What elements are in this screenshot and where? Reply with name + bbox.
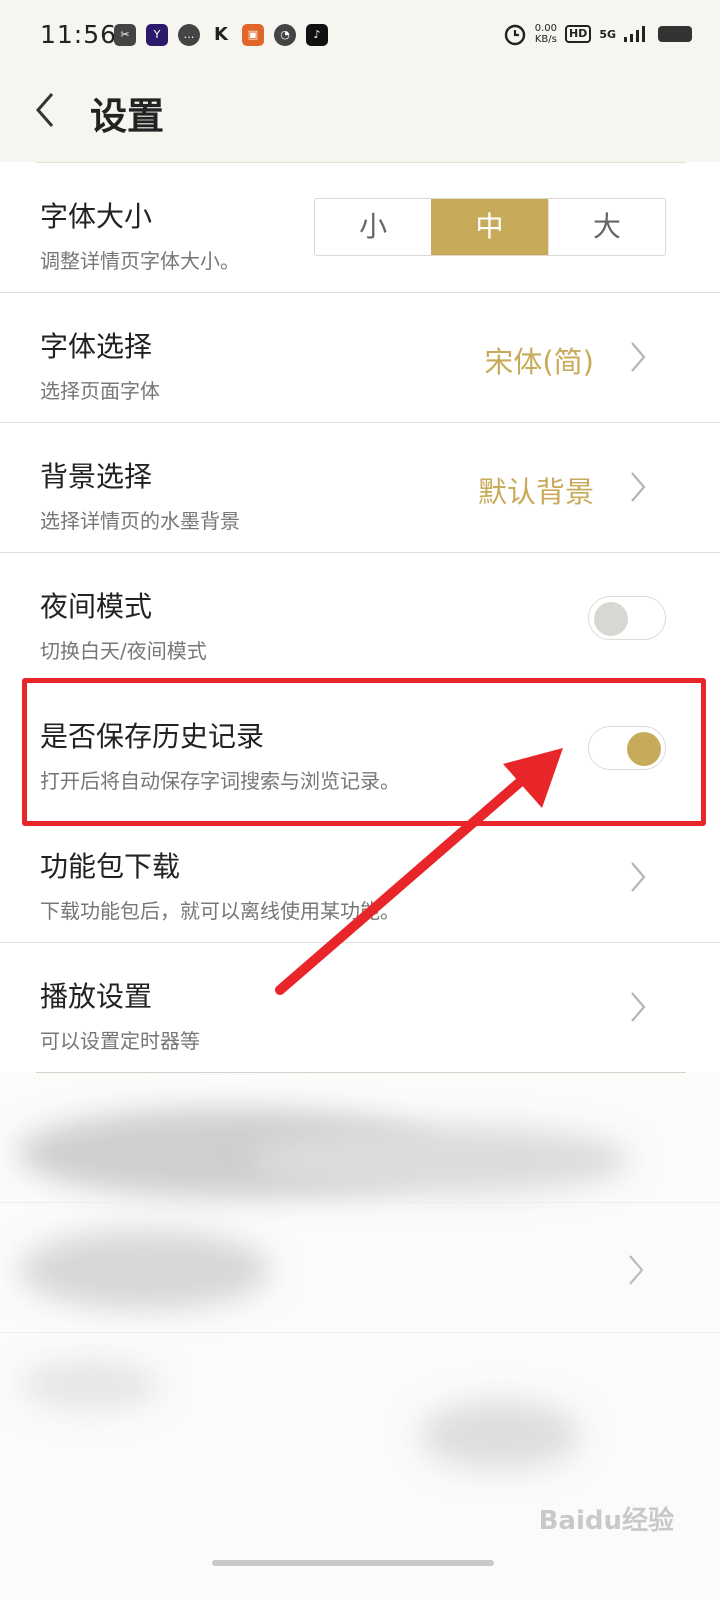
setting-title: 字体大小 bbox=[40, 200, 153, 233]
annotation-highlight-box bbox=[22, 678, 706, 826]
app-notification-icon: K bbox=[214, 24, 228, 45]
toggle-knob bbox=[594, 602, 628, 636]
chevron-right-icon bbox=[631, 342, 646, 372]
font-size-medium-option[interactable]: 中 bbox=[431, 199, 548, 255]
redaction-blur bbox=[250, 1125, 630, 1195]
setting-title: 夜间模式 bbox=[40, 590, 153, 623]
setting-feature-pack[interactable]: 功能包下载 下载功能包后，就可以离线使用某功能。 bbox=[0, 813, 720, 943]
chevron-right-icon bbox=[631, 472, 646, 502]
chevron-right-icon bbox=[629, 1255, 644, 1285]
setting-subtitle: 切换白天/夜间模式 bbox=[40, 639, 207, 663]
setting-background-choice[interactable]: 背景选择 选择详情页的水墨背景 默认背景 bbox=[0, 423, 720, 553]
setting-title: 功能包下载 bbox=[40, 850, 181, 883]
setting-title: 背景选择 bbox=[40, 460, 153, 493]
hd-badge: HD bbox=[564, 25, 592, 43]
baidu-watermark: Baidu经验 bbox=[538, 1506, 674, 1536]
setting-subtitle: 选择详情页的水墨背景 bbox=[40, 509, 240, 533]
app-notification-icon: ◔ bbox=[274, 24, 296, 46]
net-speed: 0.00 KB/s bbox=[535, 23, 557, 45]
net-speed-unit: KB/s bbox=[534, 34, 557, 45]
divider bbox=[0, 1332, 720, 1333]
setting-subtitle: 选择页面字体 bbox=[40, 379, 160, 403]
status-right: 0.00 KB/s HD 5G bbox=[503, 22, 692, 46]
chevron-right-icon bbox=[631, 992, 646, 1022]
signal-bars-icon bbox=[624, 26, 645, 42]
status-app-icons: ✂ Y … K ▣ ◔ ♪ bbox=[114, 24, 328, 46]
alarm-icon bbox=[504, 24, 525, 46]
setting-title: 字体选择 bbox=[40, 330, 153, 363]
redaction-blur bbox=[20, 1230, 270, 1310]
background-choice-value: 默认背景 bbox=[477, 475, 594, 509]
setting-playback[interactable]: 播放设置 可以设置定时器等 bbox=[0, 943, 720, 1073]
setting-subtitle: 可以设置定时器等 bbox=[40, 1029, 200, 1053]
app-notification-icon: Y bbox=[146, 24, 168, 46]
app-notification-icon: ▣ bbox=[242, 24, 264, 46]
night-mode-toggle[interactable] bbox=[588, 596, 666, 640]
app-notification-icon: ✂ bbox=[114, 24, 136, 46]
font-size-segmented-control: 小 中 大 bbox=[314, 198, 666, 256]
signal-label: 5G bbox=[599, 27, 616, 41]
font-size-large-option[interactable]: 大 bbox=[547, 199, 665, 255]
status-bar: 11:56 ✂ Y … K ▣ ◔ ♪ 0.00 KB/s HD 5G bbox=[0, 0, 720, 72]
message-icon: … bbox=[178, 24, 200, 46]
header: 设置 bbox=[0, 72, 720, 162]
setting-subtitle: 下载功能包后，就可以离线使用某功能。 bbox=[40, 899, 400, 923]
chevron-right-icon bbox=[631, 862, 646, 892]
redaction-blur bbox=[20, 1360, 160, 1410]
setting-font-choice[interactable]: 字体选择 选择页面字体 宋体(简) bbox=[0, 293, 720, 423]
page-title: 设置 bbox=[90, 94, 164, 138]
divider bbox=[0, 1202, 720, 1203]
setting-title: 播放设置 bbox=[40, 980, 153, 1013]
battery-icon bbox=[658, 26, 692, 42]
font-choice-value: 宋体(简) bbox=[484, 345, 594, 379]
net-speed-value: 0.00 bbox=[534, 23, 557, 34]
home-indicator[interactable] bbox=[212, 1560, 494, 1566]
setting-subtitle: 调整详情页字体大小。 bbox=[40, 249, 240, 273]
redaction-blur bbox=[420, 1400, 580, 1470]
status-time: 11:56 bbox=[40, 20, 118, 49]
tiktok-icon: ♪ bbox=[306, 24, 328, 46]
font-size-small-option[interactable]: 小 bbox=[315, 199, 431, 255]
back-arrow-icon[interactable] bbox=[28, 90, 62, 130]
